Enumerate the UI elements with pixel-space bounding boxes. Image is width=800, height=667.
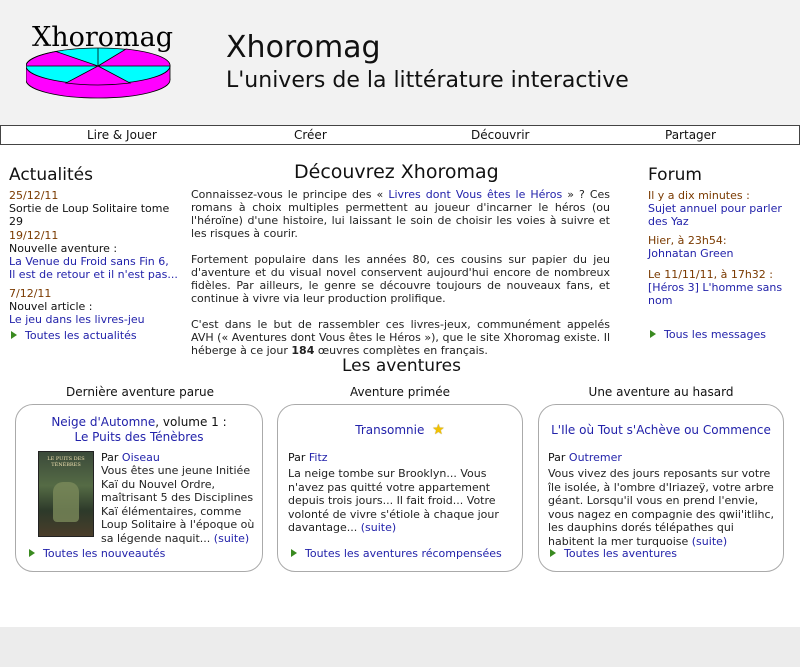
star-award-icon: ★ [432, 422, 445, 438]
intro-text-part: Connaissez-vous le principe des « [191, 188, 384, 201]
adventure-title-link[interactable]: L'Ile où Tout s'Achève ou Commence [551, 423, 771, 437]
all-new-link[interactable]: Toutes les nouveautés [29, 547, 165, 560]
forum-item: Le 11/11/11, à 17h32 : [Héros 3] L'homme… [648, 268, 788, 307]
book-cover-figure [53, 482, 79, 522]
forum-topic-link[interactable]: Johnatan Green [648, 247, 788, 260]
author-link[interactable]: Oiseau [122, 451, 160, 464]
adventure-title-link[interactable]: Neige d'Automne [51, 415, 155, 429]
news-link-continued[interactable]: Il est de retour et il n'est pas... [9, 268, 179, 281]
nav-item-lire-jouer[interactable]: Lire & Jouer [87, 128, 157, 142]
forum-date: Hier, à 23h54: [648, 234, 727, 247]
random-adventure-label: Une aventure au hasard [588, 385, 734, 399]
news-text: Sortie de Loup Solitaire tome 29 [9, 202, 170, 228]
news-item: 19/12/11 Nouvelle aventure : La Venue du… [9, 229, 179, 281]
forum-heading: Forum [648, 165, 702, 185]
site-logo[interactable]: Xhoromag [25, 22, 176, 102]
latest-adventure-label: Dernière aventure parue [65, 385, 215, 399]
latest-adventure-card: Neige d'Automne, volume 1 : Le Puits des… [15, 404, 263, 572]
all-adventures-link[interactable]: Toutes les aventures [550, 547, 677, 560]
random-adventure-card: L'Ile où Tout s'Achève ou Commence Par O… [538, 404, 784, 572]
arrow-right-icon [291, 549, 297, 557]
main-nav: Lire & Jouer Créer Découvrir Partager [0, 125, 800, 145]
arrow-right-icon [29, 549, 35, 557]
intro-paragraph-3: C'est dans le but de rassembler ces livr… [191, 318, 610, 357]
adventure-summary: La neige tombe sur Brooklyn... Vous n'av… [288, 467, 516, 535]
all-news-link[interactable]: Toutes les actualités [11, 329, 137, 342]
lvh-link[interactable]: Livres dont Vous êtes le Héros [388, 188, 562, 201]
forum-topic-link[interactable]: [Héros 3] L'homme sans nom [648, 281, 788, 307]
more-link[interactable]: (suite) [361, 521, 396, 534]
forum-date: Il y a dix minutes : [648, 189, 750, 202]
arrow-right-icon [550, 549, 556, 557]
nav-item-partager[interactable]: Partager [665, 128, 716, 142]
by-label: Par [548, 451, 566, 464]
intro-text: Connaissez-vous le principe des « Livres… [191, 188, 610, 370]
news-item: 25/12/11 Sortie de Loup Solitaire tome 2… [9, 189, 179, 228]
adventures-heading: Les aventures [342, 356, 461, 376]
news-heading: Actualités [9, 165, 93, 185]
forum-item: Hier, à 23h54: Johnatan Green [648, 234, 788, 260]
card-title: Transomnie ★ [278, 423, 522, 438]
author-line: Par Fitz [288, 451, 328, 464]
adventure-summary: Vous êtes une jeune Initiée Kaï du Nouve… [101, 464, 256, 546]
book-cover-image[interactable]: LE PUITS DES TÉNÈBRES [38, 451, 94, 537]
book-cover-title: LE PUITS DES TÉNÈBRES [47, 456, 85, 468]
arrow-right-icon [650, 330, 656, 338]
card-title: L'Ile où Tout s'Achève ou Commence [539, 423, 783, 438]
author-link[interactable]: Fitz [309, 451, 328, 464]
author-link[interactable]: Outremer [569, 451, 622, 464]
forum-topic-link[interactable]: Sujet annuel pour parler des Yaz [648, 202, 788, 228]
author-line: Par Oiseau [101, 451, 160, 464]
main-heading: Découvrez Xhoromag [294, 161, 499, 183]
summary-text: Vous vivez des jours reposants sur votre… [548, 467, 774, 548]
all-messages-link[interactable]: Tous les messages [650, 328, 766, 341]
news-date: 19/12/11 [9, 229, 59, 242]
all-new-label[interactable]: Toutes les nouveautés [43, 547, 165, 560]
arrow-right-icon [11, 331, 17, 339]
news-item: 7/12/11 Nouvel article : Le jeu dans les… [9, 287, 179, 326]
by-label: Par [101, 451, 119, 464]
all-messages-label[interactable]: Tous les messages [664, 328, 766, 341]
site-header: Xhoromag Xhoromag L'univers de la littér… [0, 0, 800, 125]
intro-paragraph-1: Connaissez-vous le principe des « Livres… [191, 188, 610, 240]
all-awarded-label[interactable]: Toutes les aventures récompensées [305, 547, 502, 560]
adventure-title-link[interactable]: Transomnie [355, 423, 424, 437]
author-line: Par Outremer [548, 451, 622, 464]
card-title: Neige d'Automne, volume 1 : Le Puits des… [16, 415, 262, 445]
more-link[interactable]: (suite) [214, 532, 249, 545]
news-link[interactable]: Le jeu dans les livres-jeu [9, 313, 179, 326]
adventure-summary: Vous vivez des jours reposants sur votre… [548, 467, 778, 549]
forum-date: Le 11/11/11, à 17h32 : [648, 268, 774, 281]
all-awarded-link[interactable]: Toutes les aventures récompensées [291, 547, 502, 560]
logo-text: Xhoromag [32, 22, 173, 53]
awarded-adventure-label: Aventure primée [349, 385, 451, 399]
adventure-subtitle-link[interactable]: Le Puits des Ténèbres [74, 430, 203, 444]
news-text: Nouvelle aventure : [9, 242, 118, 255]
nav-item-creer[interactable]: Créer [294, 128, 327, 142]
work-count: 184 [291, 344, 315, 357]
awarded-adventure-card: Transomnie ★ Par Fitz La neige tombe sur… [277, 404, 523, 572]
by-label: Par [288, 451, 306, 464]
site-footer [0, 627, 800, 667]
adventure-title-volume: , volume 1 : [155, 415, 227, 429]
all-news-label[interactable]: Toutes les actualités [25, 329, 137, 342]
news-date: 7/12/11 [9, 287, 52, 300]
news-date: 25/12/11 [9, 189, 59, 202]
site-title: Xhoromag [226, 30, 381, 65]
news-text: Nouvel article : [9, 300, 93, 313]
intro-paragraph-2: Fortement populaire dans les années 80, … [191, 253, 610, 305]
site-subtitle: L'univers de la littérature interactive [226, 68, 629, 93]
nav-item-decouvrir[interactable]: Découvrir [471, 128, 529, 142]
forum-item: Il y a dix minutes : Sujet annuel pour p… [648, 189, 788, 228]
logo-disc-graphic: Xhoromag [25, 22, 173, 99]
all-adventures-label[interactable]: Toutes les aventures [564, 547, 677, 560]
more-link[interactable]: (suite) [692, 535, 727, 548]
news-link[interactable]: La Venue du Froid sans Fin 6, [9, 255, 179, 268]
